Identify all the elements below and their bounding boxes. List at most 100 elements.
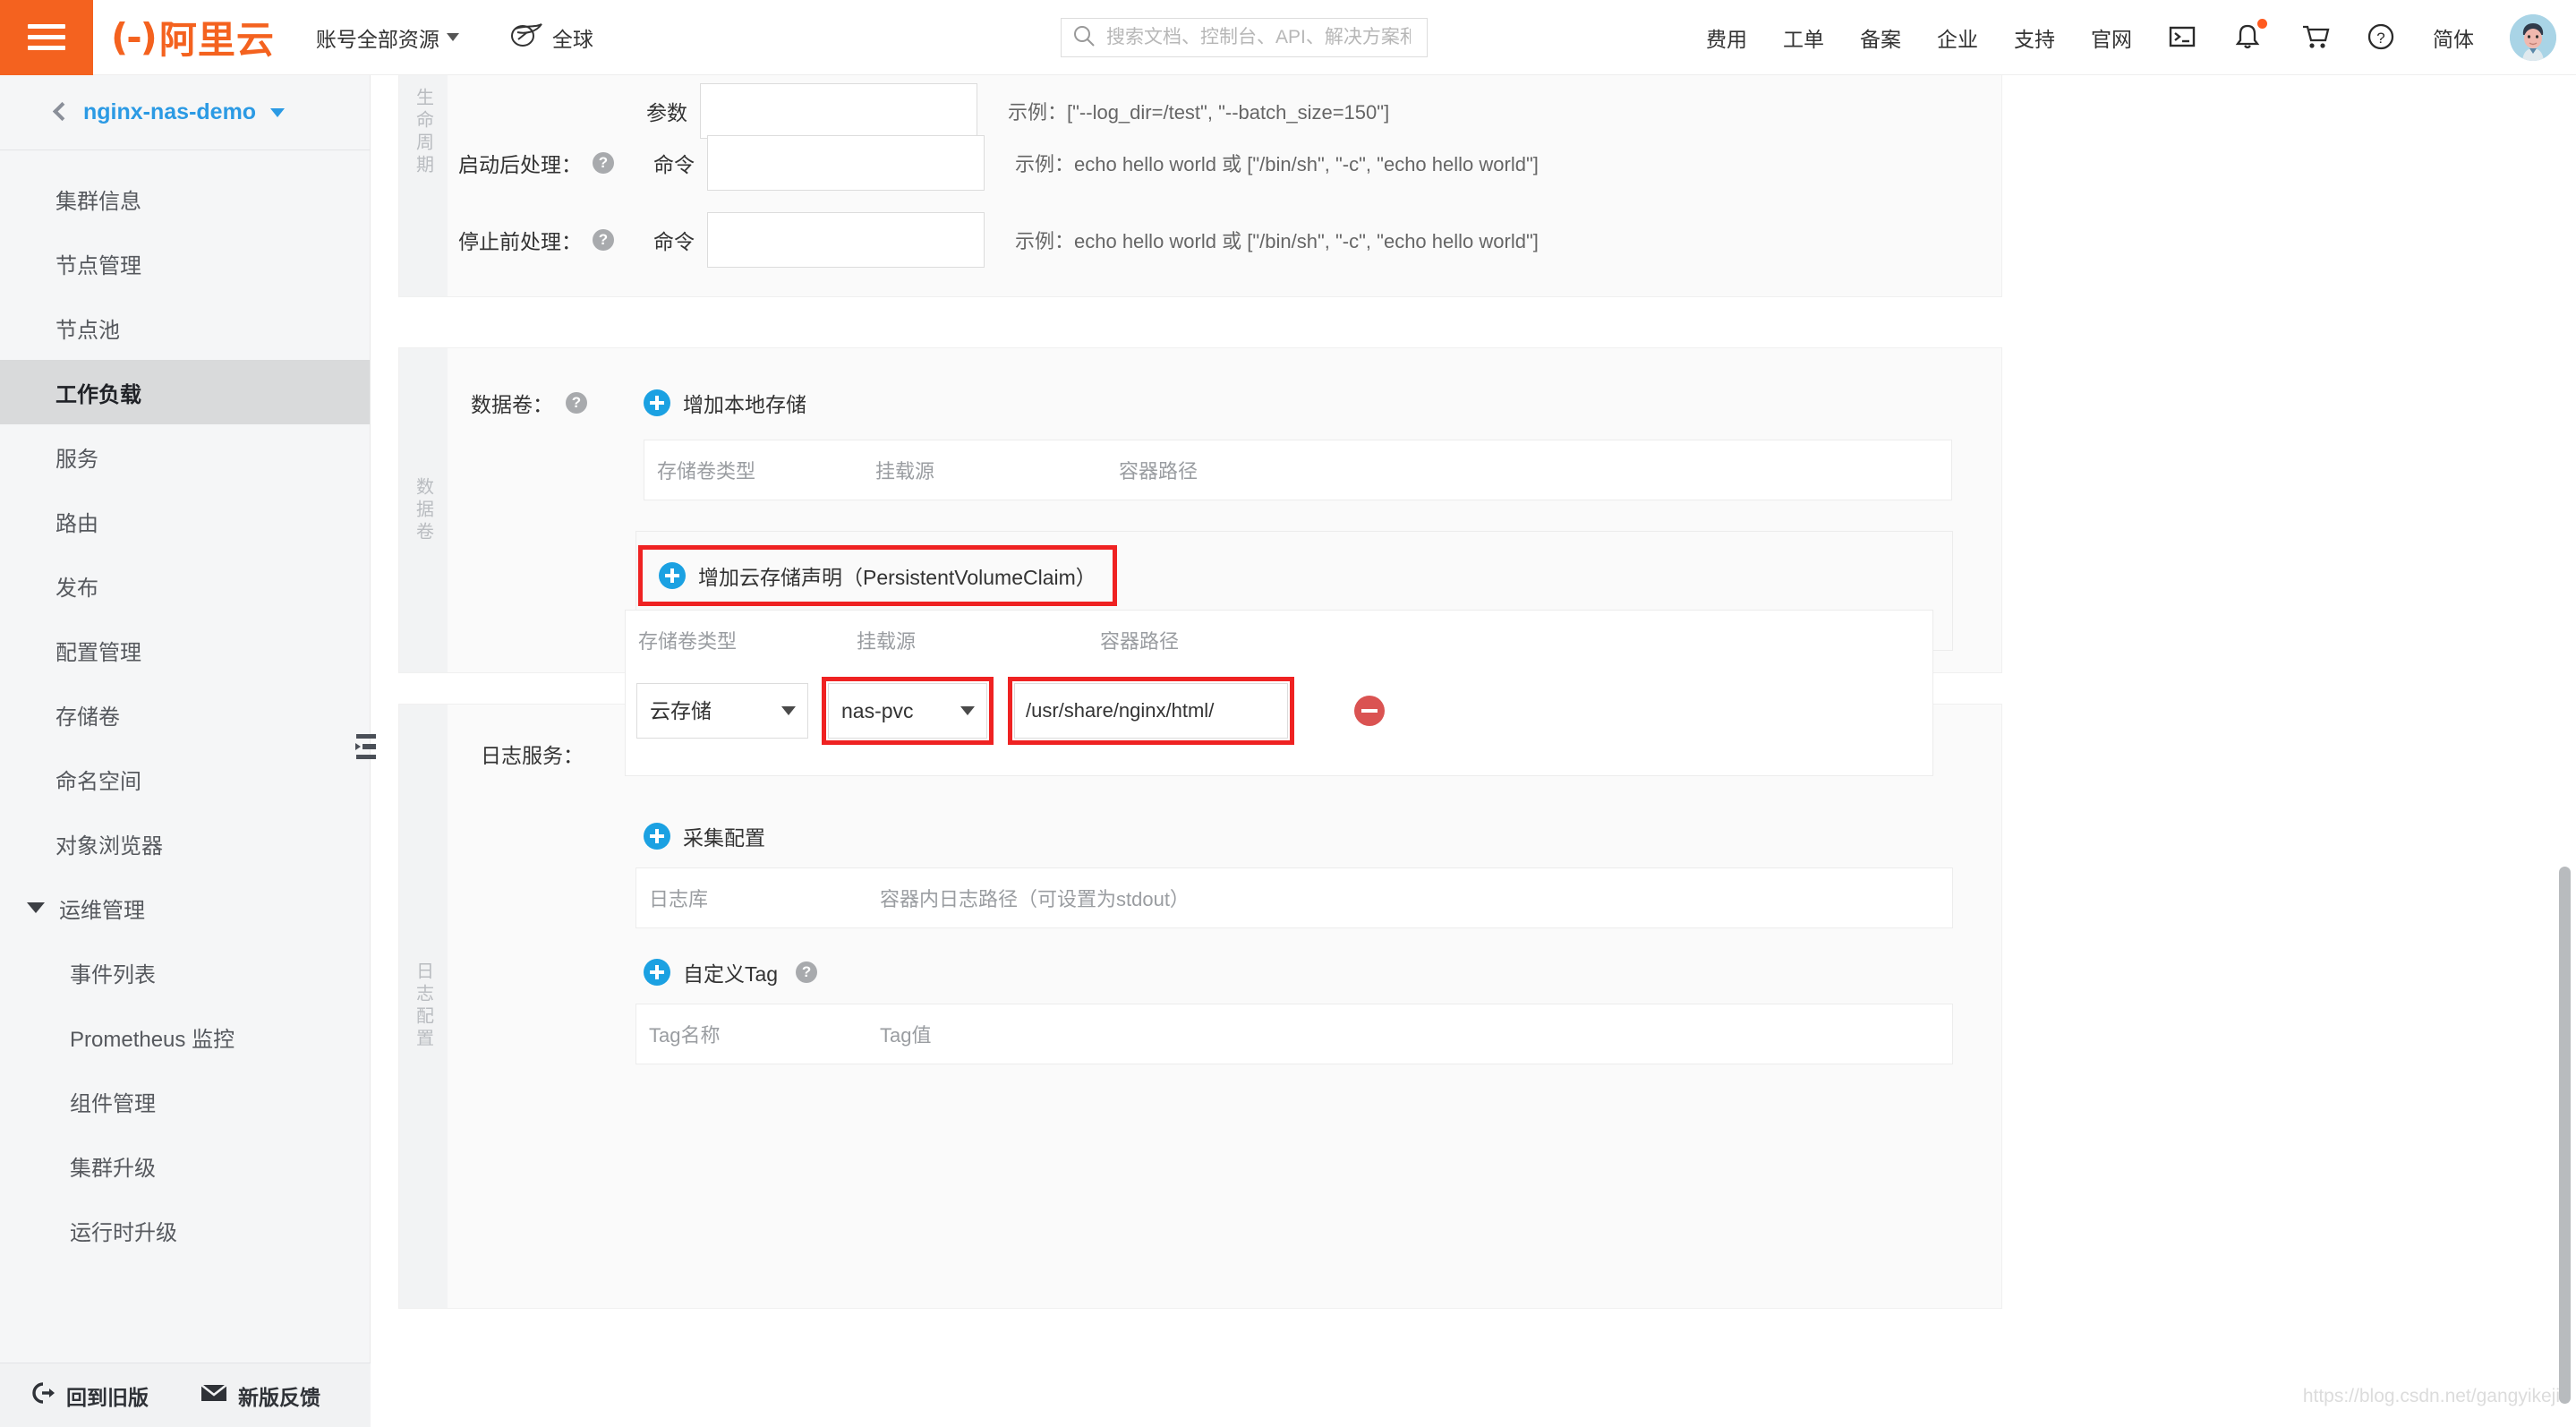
remove-volume-button[interactable]	[1354, 696, 1385, 726]
globe-plane-icon	[509, 21, 543, 53]
sidebar-subitem-label: 运行时升级	[70, 1220, 177, 1245]
sidebar-item-label: 节点池	[55, 318, 120, 343]
cluster-name-label[interactable]: nginx-nas-demo	[83, 99, 256, 125]
pvc-table-header: 存储卷类型 挂载源 容器路径	[626, 611, 1932, 670]
bell-icon[interactable]	[2234, 19, 2267, 53]
help-circle-icon[interactable]: ?	[593, 229, 614, 251]
lifecycle-poststart-label: 启动后处理：	[458, 153, 582, 176]
col-container-path: 容器路径	[1119, 460, 1198, 483]
lifecycle-poststart-input[interactable]	[707, 135, 985, 191]
plus-circle-icon	[659, 562, 686, 589]
lifecycle-prestop-label: 停止前处理：	[458, 230, 582, 253]
lifecycle-args-input[interactable]	[700, 83, 977, 139]
sidebar-subitem-label: 集群升级	[70, 1156, 156, 1181]
sidebar-item-config-management[interactable]: 配置管理	[0, 618, 370, 682]
add-custom-tag-label: 自定义Tag	[683, 962, 779, 986]
add-pvc-button[interactable]: 增加云存储声明（PersistentVolumeClaim）	[638, 545, 1117, 606]
account-scope-selector[interactable]: 账号全部资源	[316, 22, 459, 53]
hamburger-menu-button[interactable]	[0, 0, 93, 75]
sidebar-item-cluster-info[interactable]: 集群信息	[0, 167, 370, 231]
vertical-scrollbar[interactable]	[2559, 867, 2571, 1404]
sidebar-item-node-pool[interactable]: 节点池	[0, 295, 370, 360]
sidebar-item-runtime-upgrade[interactable]: 运行时升级	[0, 1198, 370, 1262]
mail-icon	[200, 1383, 227, 1408]
sidebar-item-label: 服务	[55, 447, 98, 472]
container-path-input[interactable]	[1008, 677, 1294, 745]
col-logstore: 日志库	[649, 888, 709, 910]
sidebar-group-ops-management[interactable]: 运维管理	[0, 876, 370, 940]
help-circle-icon[interactable]: ?	[566, 392, 587, 414]
log-config-sidetab-label: 日志配置	[413, 961, 433, 1051]
sidebar-group-label: 运维管理	[59, 898, 145, 923]
sidebar-item-label: 工作负载	[55, 382, 141, 407]
feedback-label: 新版反馈	[238, 1385, 320, 1409]
chevron-left-icon[interactable]	[52, 101, 73, 122]
header-link-enterprise[interactable]: 企业	[1937, 22, 1978, 53]
help-circle-icon[interactable]: ?	[593, 152, 614, 174]
sidebar-item-label: 集群信息	[55, 189, 141, 214]
watermark: https://blog.csdn.net/gangyikeji	[2302, 1386, 2560, 1406]
local-storage-table-header: 存储卷类型 挂载源 容器路径	[644, 440, 1951, 500]
add-local-storage-label: 增加本地存储	[683, 393, 806, 416]
add-local-storage-button[interactable]: 增加本地存储	[644, 388, 806, 418]
sidebar-item-ingress[interactable]: 路由	[0, 489, 370, 553]
log-service-label: 日志服务：	[481, 744, 584, 767]
help-circle-icon[interactable]: ?	[2367, 22, 2397, 53]
header-link-website[interactable]: 官网	[2091, 22, 2132, 53]
plus-circle-icon	[644, 389, 670, 416]
cart-icon[interactable]	[2300, 22, 2331, 53]
sidebar-item-volumes[interactable]: 存储卷	[0, 682, 370, 747]
col-volume-type: 存储卷类型	[638, 630, 738, 653]
data-volume-label: 数据卷：	[471, 393, 553, 416]
sidebar-item-label: 路由	[55, 511, 98, 536]
log-service-label-row: 日志服务：	[448, 739, 584, 769]
exit-icon	[30, 1381, 55, 1409]
hamburger-icon	[28, 18, 65, 56]
language-selector[interactable]: 简体	[2433, 22, 2474, 53]
add-collect-config-label: 采集配置	[683, 826, 765, 850]
lifecycle-poststart-sublabel: 命令	[653, 153, 695, 176]
header-link-ticket[interactable]: 工单	[1783, 22, 1824, 53]
sidebar-item-cluster-upgrade[interactable]: 集群升级	[0, 1133, 370, 1198]
header-link-icp[interactable]: 备案	[1860, 22, 1901, 53]
sidebar-item-event-list[interactable]: 事件列表	[0, 940, 370, 1004]
sidebar-item-release[interactable]: 发布	[0, 553, 370, 618]
data-volume-label-row: 数据卷： ?	[448, 388, 587, 418]
sidebar-item-services[interactable]: 服务	[0, 424, 370, 489]
sidebar-item-node-management[interactable]: 节点管理	[0, 231, 370, 295]
feedback-button[interactable]: 新版反馈	[200, 1380, 320, 1411]
global-search[interactable]	[1061, 18, 1428, 57]
header-link-cost[interactable]: 费用	[1706, 22, 1747, 53]
header-link-support[interactable]: 支持	[2014, 22, 2055, 53]
back-to-old-version-button[interactable]: 回到旧版	[30, 1380, 149, 1411]
sidebar-item-workloads[interactable]: 工作负载	[0, 360, 370, 424]
pvc-table-row: 云存储配置项保密字典 nas-pvc	[626, 670, 1932, 752]
sidebar-item-component-management[interactable]: 组件管理	[0, 1069, 370, 1133]
avatar[interactable]	[2510, 14, 2556, 61]
sidebar-subitem-label: 组件管理	[70, 1091, 156, 1116]
lifecycle-args-label: 参数	[646, 101, 687, 124]
col-volume-type: 存储卷类型	[657, 460, 756, 483]
header-right-group: 费用 工单 备案 企业 支持 官网 ? 简体	[1670, 0, 2556, 75]
sidebar-item-namespaces[interactable]: 命名空间	[0, 747, 370, 811]
add-collect-config-button[interactable]: 采集配置	[644, 821, 765, 851]
chevron-down-icon	[446, 33, 459, 41]
sidebar-item-object-browser[interactable]: 对象浏览器	[0, 811, 370, 876]
volume-type-select[interactable]: 云存储配置项保密字典	[636, 683, 808, 739]
collapse-panel-icon[interactable]	[354, 729, 378, 765]
help-circle-icon[interactable]: ?	[796, 961, 818, 983]
custom-tag-table-header: Tag名称 Tag值	[636, 1004, 1952, 1064]
add-custom-tag-button[interactable]: 自定义Tag ?	[644, 957, 818, 987]
lifecycle-prestop-input[interactable]	[707, 212, 985, 268]
aliyun-logo[interactable]: (-) 阿里云	[111, 10, 275, 64]
col-tag-name: Tag名称	[649, 1024, 721, 1047]
region-selector[interactable]: 全球	[509, 21, 593, 53]
search-input[interactable]	[1106, 27, 1411, 48]
terminal-icon[interactable]	[2168, 22, 2198, 53]
mount-source-select[interactable]: nas-pvc	[828, 683, 987, 739]
log-config-panel: 日志配置 日志服务： 注意：请确保集群已部署[日志插件] 采集配置 日志库 容器…	[398, 704, 2002, 1309]
lifecycle-prestop-hint: 示例：echo hello world 或 ["/bin/sh", "-c", …	[1015, 230, 1539, 252]
sidebar-item-prometheus-monitoring[interactable]: Prometheus 监控	[0, 1004, 370, 1069]
sidebar-subitem-label: Prometheus 监控	[70, 1027, 235, 1052]
chevron-down-icon[interactable]	[270, 107, 286, 117]
